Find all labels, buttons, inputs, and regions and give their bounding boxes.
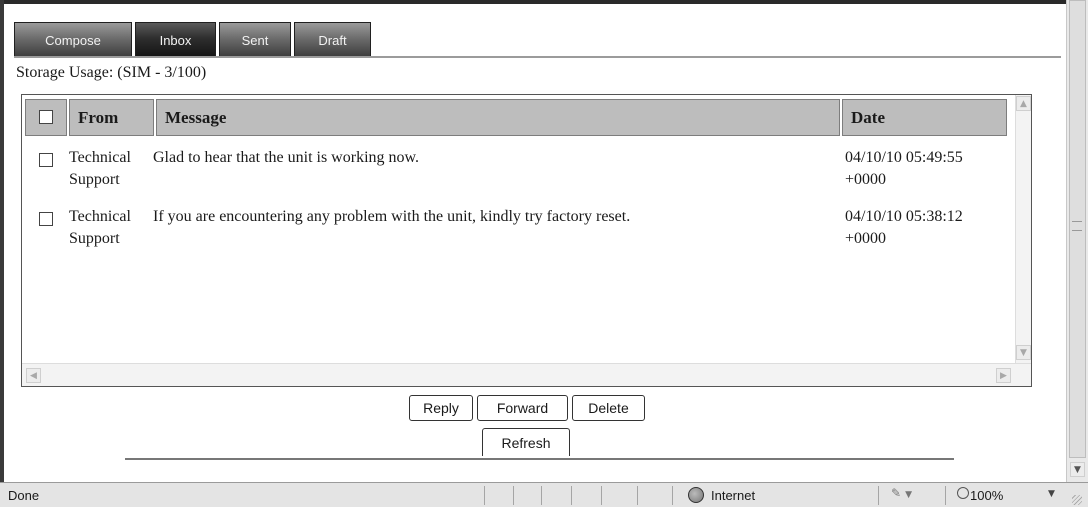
status-bar: Done Internet ✎ ▼ 100% ▼ — [0, 482, 1088, 507]
magnifier-icon — [957, 487, 969, 499]
select-all-checkbox[interactable] — [39, 110, 53, 124]
row-from: Technical Support — [69, 147, 131, 191]
tab-underline — [14, 56, 1061, 58]
status-divider — [637, 486, 638, 505]
from-line: Support — [69, 171, 120, 188]
message-list: From Message Date Technical Support Glad… — [21, 94, 1032, 387]
status-divider — [601, 486, 602, 505]
status-divider — [672, 486, 673, 505]
reply-button[interactable]: Reply — [409, 395, 473, 421]
divider — [125, 458, 954, 460]
scroll-left-icon[interactable]: ◀ — [26, 368, 41, 383]
resize-grip-icon[interactable] — [1072, 495, 1082, 505]
message-list-vertical-scrollbar[interactable]: ▲ ▼ — [1015, 95, 1031, 363]
row-date: 04/10/10 05:49:55 +0000 — [845, 147, 963, 191]
status-text: Done — [8, 488, 40, 503]
chevron-down-icon: ▼ — [905, 490, 912, 500]
column-header-message[interactable]: Message — [156, 99, 840, 136]
status-divider — [945, 486, 946, 505]
grip-icon — [1072, 221, 1082, 231]
date-line: 04/10/10 05:38:12 — [845, 208, 963, 225]
message-list-horizontal-scrollbar[interactable]: ◀ ▶ — [22, 363, 1031, 386]
security-zone: Internet — [711, 488, 756, 503]
tab-draft[interactable]: Draft — [294, 22, 371, 57]
row-date: 04/10/10 05:38:12 +0000 — [845, 206, 963, 250]
from-line: Technical — [69, 149, 131, 166]
tab-sent[interactable]: Sent — [219, 22, 291, 57]
mailbox-tabs: Compose Inbox Sent Draft — [14, 22, 374, 57]
column-header-date[interactable]: Date — [842, 99, 1007, 136]
lock-icon: ✎ — [891, 486, 902, 500]
status-divider — [513, 486, 514, 505]
globe-icon — [688, 487, 704, 503]
window-top-border — [0, 0, 1088, 4]
delete-button[interactable]: Delete — [572, 395, 645, 421]
status-divider — [571, 486, 572, 505]
protected-mode-control[interactable]: ✎ ▼ — [891, 486, 912, 500]
column-header-from[interactable]: From — [69, 99, 154, 136]
row-checkbox[interactable] — [39, 153, 53, 167]
tab-compose[interactable]: Compose — [14, 22, 132, 57]
zoom-level[interactable]: 100% — [970, 488, 1003, 503]
scroll-down-icon[interactable]: ▼ — [1070, 462, 1085, 477]
row-from: Technical Support — [69, 206, 131, 250]
select-all-header — [25, 99, 67, 136]
row-checkbox[interactable] — [39, 212, 53, 226]
page-vertical-scrollbar[interactable]: ▼ — [1066, 0, 1088, 482]
date-line: +0000 — [845, 171, 887, 188]
from-line: Technical — [69, 208, 131, 225]
date-line: 04/10/10 05:49:55 — [845, 149, 963, 166]
status-divider — [541, 486, 542, 505]
storage-usage-label: Storage Usage: (SIM - 3/100) — [16, 64, 207, 81]
from-line: Support — [69, 230, 120, 247]
forward-button[interactable]: Forward — [477, 395, 568, 421]
scroll-right-icon[interactable]: ▶ — [996, 368, 1011, 383]
date-line: +0000 — [845, 230, 887, 247]
window-left-border — [0, 0, 4, 482]
scroll-up-icon[interactable]: ▲ — [1016, 96, 1031, 111]
scroll-down-icon[interactable]: ▼ — [1016, 345, 1031, 360]
zoom-chevron-down-icon[interactable]: ▼ — [1048, 489, 1055, 499]
row-message: Glad to hear that the unit is working no… — [153, 149, 420, 166]
tab-inbox[interactable]: Inbox — [135, 22, 216, 57]
row-message: If you are encountering any problem with… — [153, 208, 631, 225]
refresh-button[interactable]: Refresh — [482, 428, 570, 456]
status-divider — [878, 486, 879, 505]
status-divider — [484, 486, 485, 505]
